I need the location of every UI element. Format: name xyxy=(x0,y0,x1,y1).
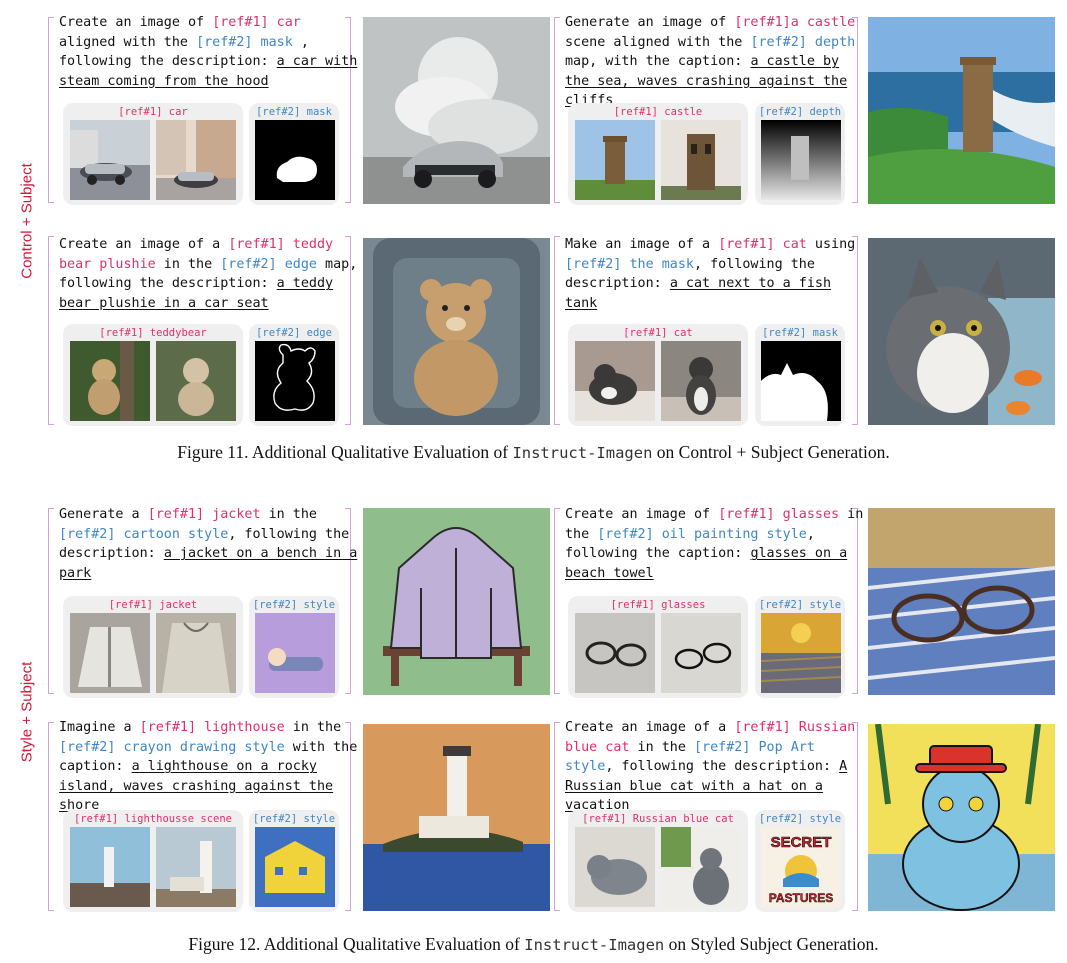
ref1-card: [ref#1] jacket xyxy=(63,596,243,698)
ref1-image-a xyxy=(70,341,150,421)
ref1-image-a xyxy=(575,613,655,693)
bracket-left xyxy=(554,17,560,203)
prompt-text: Create an image of [ref#1] glasses in th… xyxy=(565,507,864,581)
ref1-image-b xyxy=(156,120,236,200)
ref1-label: [ref#1] glasses xyxy=(610,599,706,611)
ref1-label: [ref#1] Russian blue cat xyxy=(582,813,734,825)
ref1-image-a xyxy=(70,827,150,907)
ref2-label: [ref#2] mask xyxy=(256,106,332,118)
ref1-card: [ref#1] lighthousse scene xyxy=(63,810,243,912)
ref2-card: [ref#2] mask xyxy=(249,103,339,205)
ref1-card: [ref#1] car xyxy=(63,103,243,205)
ref1-card: [ref#1] teddybear xyxy=(63,324,243,426)
bracket-left xyxy=(48,17,54,203)
ref2-card: [ref#2] style SECRET PASTURES xyxy=(755,810,845,912)
ref1-label: [ref#1] jacket xyxy=(108,599,198,611)
ref1-image-b xyxy=(661,827,741,907)
generated-image-cat xyxy=(868,238,1055,425)
style-image-pop-art: SECRET PASTURES xyxy=(761,827,841,907)
prompt-text: Generate a [ref#1] jacket in the [ref#2]… xyxy=(59,507,358,581)
ref2-card: [ref#2] edge xyxy=(249,324,339,426)
mask-image xyxy=(255,120,335,200)
style-image-crayon xyxy=(255,827,335,907)
style-text-bottom: PASTURES xyxy=(769,891,833,905)
edge-image xyxy=(255,341,335,421)
ref2-card: [ref#2] style xyxy=(755,596,845,698)
prompt-text: Create an image of a [ref#1] teddy bear … xyxy=(59,237,358,311)
generated-image-teddy xyxy=(363,238,550,425)
generated-image-car xyxy=(363,17,550,204)
ref2-label: [ref#2] style xyxy=(252,813,336,825)
prompt-text: Make an image of a [ref#1] cat using [re… xyxy=(565,237,856,311)
bracket-left xyxy=(554,722,560,911)
generated-image-russian-blue-cat xyxy=(868,724,1055,911)
ref1-card: [ref#1] cat xyxy=(568,324,748,426)
ref1-image-a xyxy=(575,120,655,200)
figure-12-caption: Figure 12. Additional Qualitative Evalua… xyxy=(188,934,879,954)
prompt-text: Create an image of a [ref#1] Russian blu… xyxy=(565,720,856,814)
ref2-card: [ref#2] depth xyxy=(755,103,845,205)
depth-image xyxy=(761,120,841,200)
prompt-text: Imagine a [ref#1] lighthouse in the [ref… xyxy=(59,720,358,814)
generated-image-lighthouse xyxy=(363,724,550,911)
prompt-text: Generate an image of [ref#1]a castle sce… xyxy=(565,15,856,109)
bracket-left xyxy=(48,722,54,911)
ref1-image-b xyxy=(156,827,236,907)
ref1-label: [ref#1] lighthousse scene xyxy=(73,813,233,825)
ref1-image-b xyxy=(156,341,236,421)
ref2-label: [ref#2] depth xyxy=(758,106,842,118)
figure-11-caption: Figure 11. Additional Qualitative Evalua… xyxy=(177,442,890,462)
ref2-card: [ref#2] style xyxy=(249,596,339,698)
style-image-oil-painting xyxy=(761,613,841,693)
style-text-top: SECRET xyxy=(771,834,832,851)
ref1-image-a xyxy=(575,827,655,907)
ref1-image-a xyxy=(70,120,150,200)
ref1-card: [ref#1] castle xyxy=(568,103,748,205)
ref2-label: [ref#2] style xyxy=(758,599,842,611)
ref1-card: [ref#1] Russian blue cat xyxy=(568,810,748,912)
mask-image xyxy=(761,341,841,421)
ref2-label: [ref#2] style xyxy=(252,599,336,611)
ref2-label: [ref#2] style xyxy=(758,813,842,825)
ref1-image-a xyxy=(70,613,150,693)
ref2-card: [ref#2] style xyxy=(249,810,339,912)
bracket-left xyxy=(554,236,560,425)
ref1-image-a xyxy=(575,341,655,421)
generated-image-jacket xyxy=(363,508,550,695)
ref1-label: [ref#1] castle xyxy=(613,106,703,118)
prompt-text: Create an image of [ref#1] car aligned w… xyxy=(59,15,358,89)
ref2-label: [ref#2] mask xyxy=(762,327,838,339)
ref2-card: [ref#2] mask xyxy=(755,324,845,426)
ref1-label: [ref#1] cat xyxy=(623,327,693,339)
bracket-left xyxy=(554,508,560,694)
ref1-image-b xyxy=(661,341,741,421)
ref1-label: [ref#1] car xyxy=(118,106,188,118)
ref1-image-b xyxy=(156,613,236,693)
ref1-image-b xyxy=(661,120,741,200)
generated-image-glasses xyxy=(868,508,1055,695)
ref1-card: [ref#1] glasses xyxy=(568,596,748,698)
ref1-image-b xyxy=(661,613,741,693)
ref1-label: [ref#1] teddybear xyxy=(99,327,207,339)
bracket-left xyxy=(48,508,54,694)
bracket-left xyxy=(48,236,54,425)
ref2-label: [ref#2] edge xyxy=(256,327,332,339)
generated-image-castle xyxy=(868,17,1055,204)
style-image-cartoon xyxy=(255,613,335,693)
